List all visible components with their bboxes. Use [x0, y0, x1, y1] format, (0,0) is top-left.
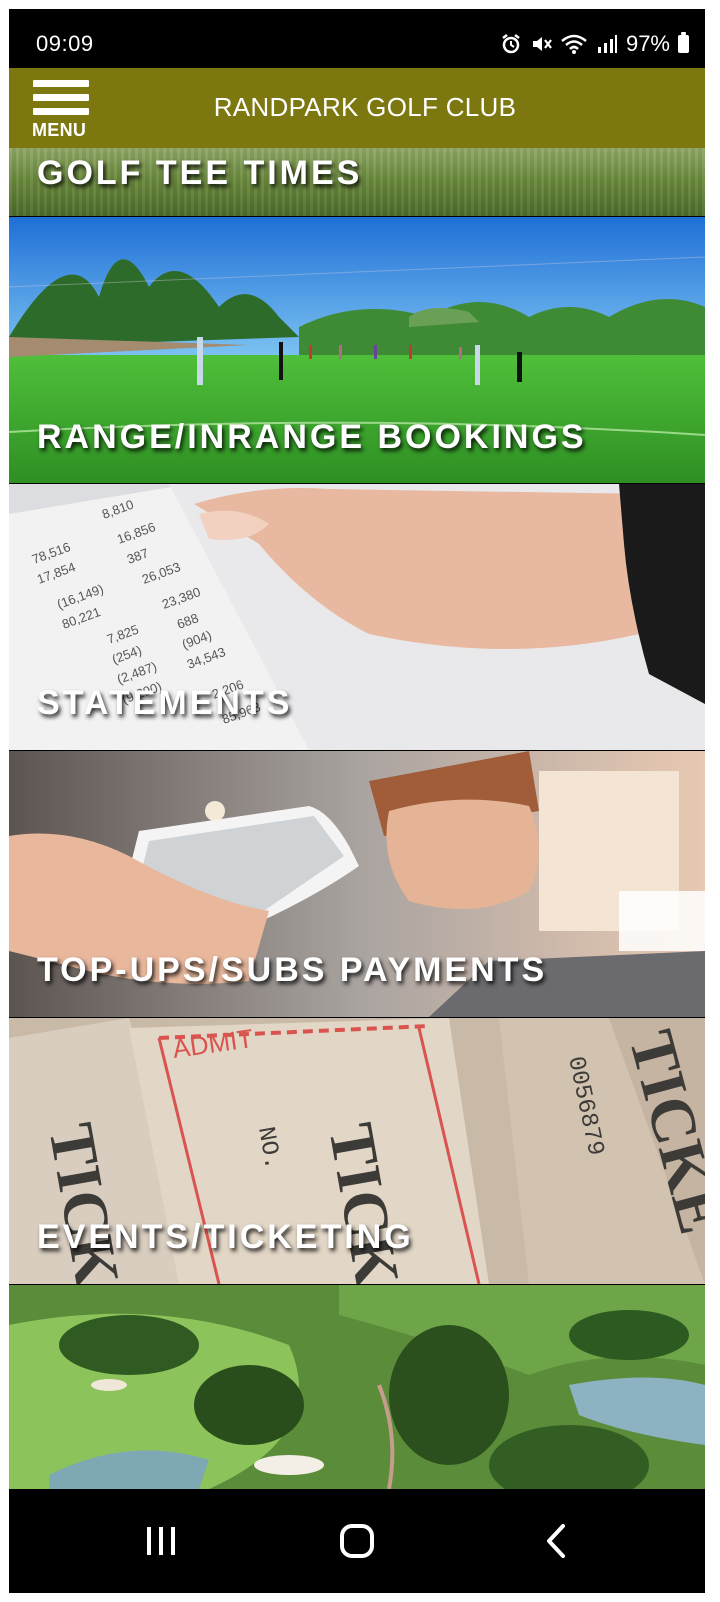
tile-statements[interactable]: 78,516 17,854 (16,149) 80,221 8,810 16,8…	[9, 484, 705, 750]
back-button[interactable]	[527, 1511, 587, 1571]
system-nav-bar	[9, 1489, 705, 1593]
phone-screen: 09:09 97% MENU RANDPARK GOLF CLUB GOLF T…	[9, 9, 705, 1593]
tile-label: TOP-UPS/SUBS PAYMENTS	[37, 951, 548, 989]
menu-label: MENU	[32, 120, 87, 140]
status-icons: 97%	[500, 31, 689, 57]
recent-apps-icon	[147, 1527, 175, 1555]
mute-icon	[532, 37, 552, 51]
tile-label: STATEMENTS	[37, 684, 293, 722]
tile-events-ticketing[interactable]: ADMIT TICK TICK TICKE 0056879 NO. EVENTS…	[9, 1018, 705, 1284]
home-button[interactable]	[327, 1511, 387, 1571]
home-icon	[340, 1524, 374, 1558]
status-time: 09:09	[36, 31, 94, 56]
status-bar: 09:09 97%	[9, 9, 705, 68]
app-header: MENU RANDPARK GOLF CLUB	[9, 68, 705, 148]
tile-label: GOLF TEE TIMES	[37, 154, 363, 192]
course-aerial-image	[9, 1285, 705, 1489]
tile-course[interactable]	[9, 1285, 705, 1489]
recent-apps-button[interactable]	[131, 1511, 191, 1571]
tile-golf-tee-times[interactable]: GOLF TEE TIMES	[9, 148, 705, 216]
signal-icon	[597, 35, 617, 53]
back-icon	[547, 1524, 565, 1558]
alarm-icon	[502, 34, 520, 54]
tile-top-ups-payments[interactable]: TOP-UPS/SUBS PAYMENTS	[9, 751, 705, 1017]
tile-range-bookings[interactable]: RANGE/INRANGE BOOKINGS	[9, 217, 705, 483]
battery-percent: 97%	[625, 31, 670, 56]
tile-label: EVENTS/TICKETING	[37, 1218, 414, 1256]
tile-label: RANGE/INRANGE BOOKINGS	[37, 418, 587, 456]
wifi-icon	[561, 34, 587, 54]
app-title: RANDPARK GOLF CLUB	[213, 92, 517, 122]
battery-icon	[678, 32, 689, 53]
